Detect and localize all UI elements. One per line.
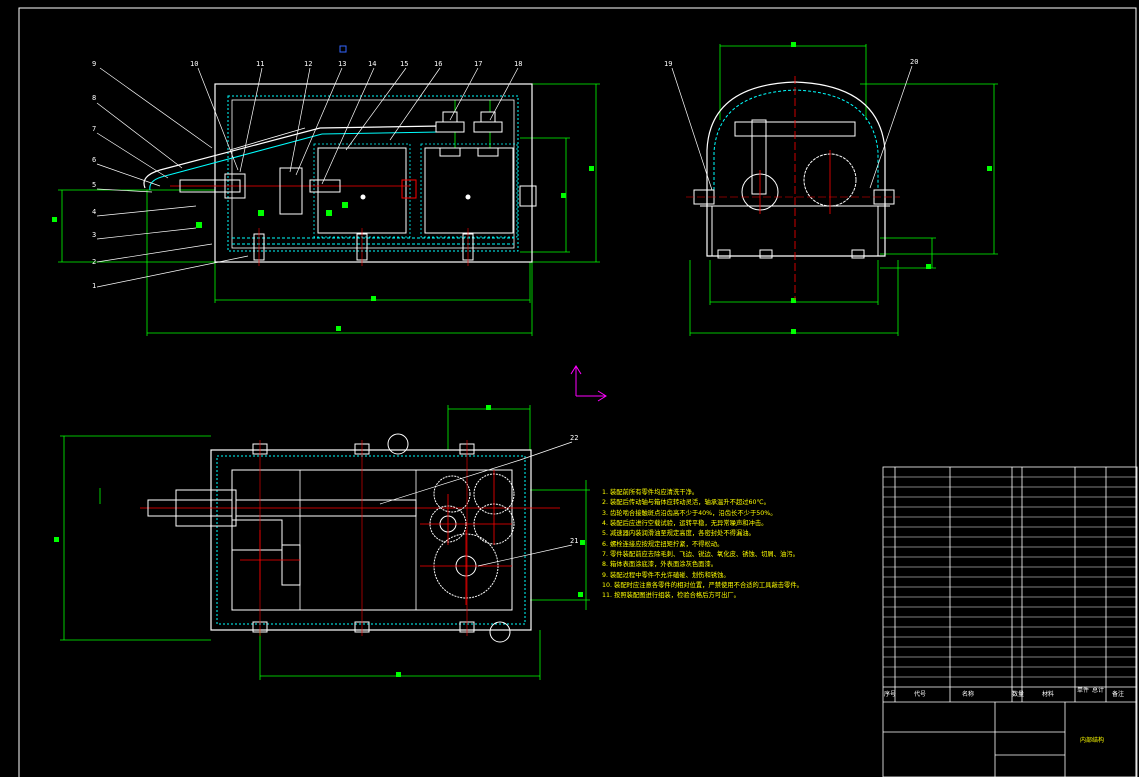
balloon-20: 20 [910, 58, 918, 66]
technical-notes: 1. 装配前所有零件均应清洗干净。 2. 装配后传动轴与箱体应转动灵活，轴承温升… [602, 488, 872, 602]
balloon-3: 3 [92, 231, 96, 239]
balloon-10: 10 [190, 60, 198, 68]
note-line: 11. 按照装配图进行组装，检验合格后方可出厂。 [602, 592, 740, 600]
note-line: 1. 装配前所有零件均应清洗干净。 [602, 489, 699, 496]
side-view [686, 42, 998, 336]
balloon-14: 14 [368, 60, 376, 68]
front-view [52, 83, 600, 336]
cad-drawing: 9 10 11 12 13 14 15 16 17 18 8 7 6 5 4 3… [18, 7, 1138, 777]
balloon-7: 7 [92, 125, 96, 133]
title-block [882, 466, 1138, 777]
note-line: 6. 螺栓连接应按规定扭矩拧紧，不得松动。 [602, 540, 724, 548]
balloon-22: 22 [570, 434, 578, 442]
note-line: 9. 装配过程中零件不允许磕碰、划伤和锈蚀。 [602, 571, 730, 579]
note-line: 5. 减速器内装润滑油至规定高度，各密封处不得漏油。 [602, 530, 755, 538]
balloon-9: 9 [92, 60, 96, 68]
balloon-5: 5 [92, 181, 96, 189]
balloon-6: 6 [92, 156, 96, 164]
drawing-frame [18, 7, 1137, 777]
drawing-title: 内部结构 [1080, 736, 1104, 744]
tb-header-unit: 单件 [1077, 686, 1089, 694]
balloon-21: 21 [570, 537, 578, 545]
balloon-12: 12 [304, 60, 312, 68]
balloon-11: 11 [256, 60, 264, 68]
balloon-19: 19 [664, 60, 672, 68]
balloon-8: 8 [92, 94, 96, 102]
balloon-13: 13 [338, 60, 346, 68]
note-line: 3. 齿轮啮合接触斑点沿齿高不少于40%，沿齿长不少于50%。 [602, 509, 777, 517]
note-line: 7. 零件装配前应去除毛刺、飞边、锐边、氧化皮、锈蚀、切屑、油污。 [602, 551, 799, 559]
balloon-17: 17 [474, 60, 482, 68]
balloon-15: 15 [400, 60, 408, 68]
tb-header-seq: 序号 [884, 690, 896, 698]
tb-header-remark: 备注 [1112, 690, 1124, 698]
balloon-18: 18 [514, 60, 522, 68]
balloon-1: 1 [92, 282, 96, 290]
note-line: 10. 装配时应注意各零件的相对位置，严禁使用不合适的工具敲击零件。 [602, 582, 803, 590]
tb-header-code: 代号 [914, 690, 926, 698]
balloon-2: 2 [92, 258, 96, 266]
note-line: 4. 装配后应进行空载试验，运转平稳，无异常噪声和冲击。 [602, 520, 768, 528]
tb-header-total: 总计 [1092, 686, 1104, 694]
balloon-16: 16 [434, 60, 442, 68]
ucs-axis-icon [570, 365, 607, 402]
tb-header-qty: 数量 [1012, 690, 1024, 698]
note-line: 8. 箱体表面涂底漆，外表面涂灰色面漆。 [602, 561, 718, 569]
tb-header-name: 名称 [962, 690, 974, 698]
tb-header-material: 材料 [1042, 690, 1054, 698]
note-line: 2. 装配后传动轴与箱体应转动灵活，轴承温升不超过60℃。 [602, 499, 770, 507]
top-view [54, 405, 590, 680]
balloon-4: 4 [92, 208, 96, 216]
